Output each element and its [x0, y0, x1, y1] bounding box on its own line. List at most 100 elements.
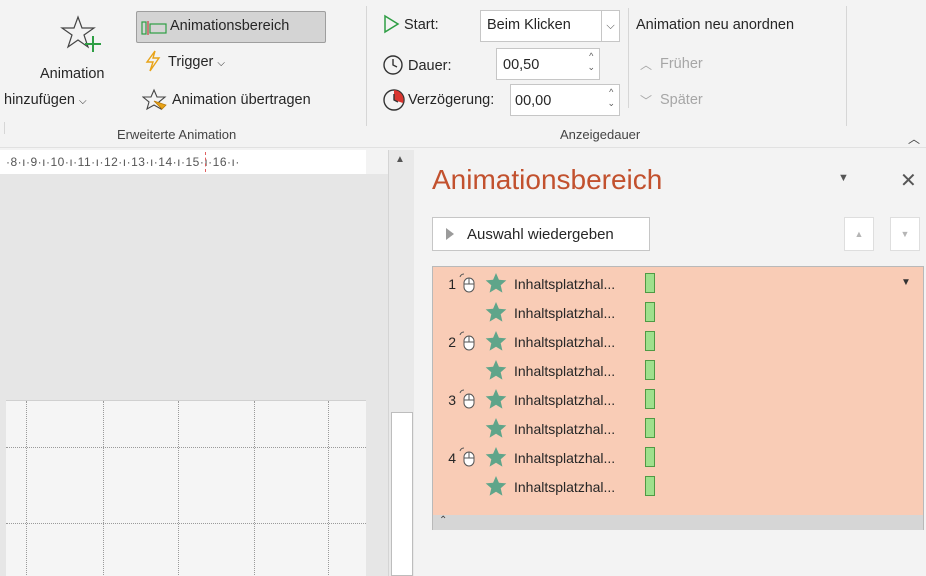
move-earlier-button[interactable]: ︿ Früher [640, 54, 730, 76]
mouse-click-icon [459, 331, 475, 351]
grid-line [26, 401, 27, 576]
move-up-button[interactable]: ▲ [844, 217, 874, 251]
animation-target-label: Inhaltsplatzhal... [514, 276, 616, 292]
chevron-down-icon: ⌵ [78, 96, 87, 107]
entrance-star-icon [485, 331, 507, 351]
collapse-list-icon[interactable]: ⌃ [433, 515, 923, 530]
chevron-down-icon[interactable]: ⌵ [601, 11, 619, 41]
timeline-bar[interactable] [645, 331, 655, 351]
animation-order-number: 3 [448, 392, 456, 408]
list-item[interactable]: Inhaltsplatzhal... [433, 356, 923, 385]
list-item[interactable]: Inhaltsplatzhal... [433, 472, 923, 501]
entrance-star-icon [485, 447, 507, 467]
horizontal-ruler: ·8·ı·9·ı·10·ı·11·ı·12·ı·13·ı·14·ı·15·ı·1… [0, 150, 366, 174]
grid-line [254, 401, 255, 576]
reorder-title: Animation neu anordnen [636, 17, 795, 33]
play-selected-label: Auswahl wiedergeben [467, 226, 614, 243]
animation-list[interactable]: 1 Inhaltsplatzhal... ▼ Inhaltsplatzhal... 2 I… [432, 266, 924, 530]
timeline-bar[interactable] [645, 273, 655, 293]
animation-order-number: 1 [448, 276, 456, 292]
slide-canvas[interactable] [0, 174, 388, 576]
animation-pane-toggle-button[interactable]: Animationsbereich [136, 11, 326, 43]
grid-line [328, 401, 329, 576]
animation-pane-button-label: Animationsbereich [170, 18, 290, 34]
lightning-icon [145, 50, 161, 72]
animation-pane: Animationsbereich ▼ ✕ Auswahl wiedergebe… [414, 150, 926, 576]
group-divider [846, 6, 847, 126]
play-icon [446, 228, 454, 240]
pane-options-dropdown-icon[interactable]: ▼ [838, 172, 849, 184]
move-earlier-label: Früher [660, 56, 703, 72]
timeline-bar[interactable] [645, 302, 655, 322]
timeline-bar[interactable] [645, 360, 655, 380]
timeline-bar[interactable] [645, 418, 655, 438]
timeline-bar[interactable] [645, 447, 655, 467]
animation-target-label: Inhaltsplatzhal... [514, 450, 616, 466]
delay-value: 00,00 [515, 93, 552, 109]
move-later-label: Später [660, 92, 703, 108]
list-item[interactable]: 2 Inhaltsplatzhal... [433, 327, 923, 356]
timeline-bar[interactable] [645, 476, 655, 496]
animation-painter-label: Animation übertragen [172, 92, 311, 108]
clock-icon [383, 55, 403, 75]
vertical-scrollbar[interactable]: ▲ [388, 150, 414, 576]
pane-title: Animationsbereich [432, 164, 663, 195]
animation-target-label: Inhaltsplatzhal... [514, 392, 616, 408]
move-down-button[interactable]: ▼ [890, 217, 920, 251]
chevron-down-icon: ﹀ [640, 94, 653, 108]
animation-pane-icon [141, 21, 167, 35]
chevron-up-icon: ︿ [640, 58, 653, 72]
timeline-bar[interactable] [645, 389, 655, 409]
close-icon[interactable]: ✕ [900, 168, 917, 193]
animation-order-number: 4 [448, 450, 456, 466]
group-divider [4, 122, 5, 134]
list-item[interactable]: Inhaltsplatzhal... [433, 298, 923, 327]
move-later-button[interactable]: ﹀ Später [640, 90, 730, 112]
delay-spinner[interactable]: 00,00 ^ ⌄ [510, 84, 620, 116]
item-options-dropdown-icon[interactable]: ▼ [901, 277, 911, 288]
entrance-star-icon [485, 418, 507, 438]
scroll-up-icon[interactable]: ▲ [395, 154, 405, 165]
list-item[interactable]: 4 Inhaltsplatzhal... [433, 443, 923, 472]
play-selected-button[interactable]: Auswahl wiedergeben [432, 217, 650, 251]
delay-label: Verzögerung: [408, 92, 495, 108]
slide-thumbnail[interactable] [6, 400, 366, 576]
start-label: Start: [404, 17, 439, 33]
duration-label: Dauer: [408, 58, 452, 74]
grid-line [6, 447, 366, 448]
duration-value: 00,50 [503, 57, 540, 73]
mouse-click-icon [459, 447, 475, 467]
list-item[interactable]: 3 Inhaltsplatzhal... [433, 385, 923, 414]
trigger-label: Trigger [168, 54, 214, 70]
animation-target-label: Inhaltsplatzhal... [514, 305, 616, 321]
collapse-ribbon-icon[interactable]: ︿ [908, 130, 920, 147]
list-item[interactable]: 1 Inhaltsplatzhal... ▼ [433, 269, 923, 298]
mouse-click-icon [459, 273, 475, 293]
spinner-arrows-icon[interactable]: ^ ⌄ [587, 51, 595, 73]
start-select-value: Beim Klicken [487, 17, 571, 33]
scrollbar-thumb[interactable] [391, 412, 413, 576]
spinner-arrows-icon[interactable]: ^ ⌄ [607, 87, 615, 109]
group-label-advanced-animation: Erweiterte Animation [117, 127, 237, 142]
grid-line [103, 401, 104, 576]
mouse-click-icon [459, 389, 475, 409]
ruler-position-marker [205, 152, 206, 172]
add-animation-button[interactable]: Animation hinzufügen ⌵ [4, 10, 132, 116]
animation-target-label: Inhaltsplatzhal... [514, 479, 616, 495]
grid-line [6, 523, 366, 524]
entrance-star-icon [485, 389, 507, 409]
group-divider [366, 6, 367, 126]
list-item[interactable]: Inhaltsplatzhal... [433, 414, 923, 443]
powerpoint-window: Animation hinzufügen ⌵ Animationsbereich… [0, 0, 926, 576]
star-plus-icon [60, 15, 101, 52]
animation-order-number: 2 [448, 334, 456, 350]
chevron-down-icon: ⌵ [217, 58, 226, 69]
group-divider [628, 8, 629, 108]
duration-spinner[interactable]: 00,50 ^ ⌄ [496, 48, 600, 80]
start-select[interactable]: Beim Klicken ⌵ [480, 10, 620, 42]
animation-painter-button[interactable]: Animation übertragen [140, 88, 350, 114]
play-outline-icon [384, 14, 400, 34]
animation-target-label: Inhaltsplatzhal... [514, 363, 616, 379]
trigger-button[interactable]: Trigger ⌵ [142, 50, 252, 76]
entrance-star-icon [485, 360, 507, 380]
